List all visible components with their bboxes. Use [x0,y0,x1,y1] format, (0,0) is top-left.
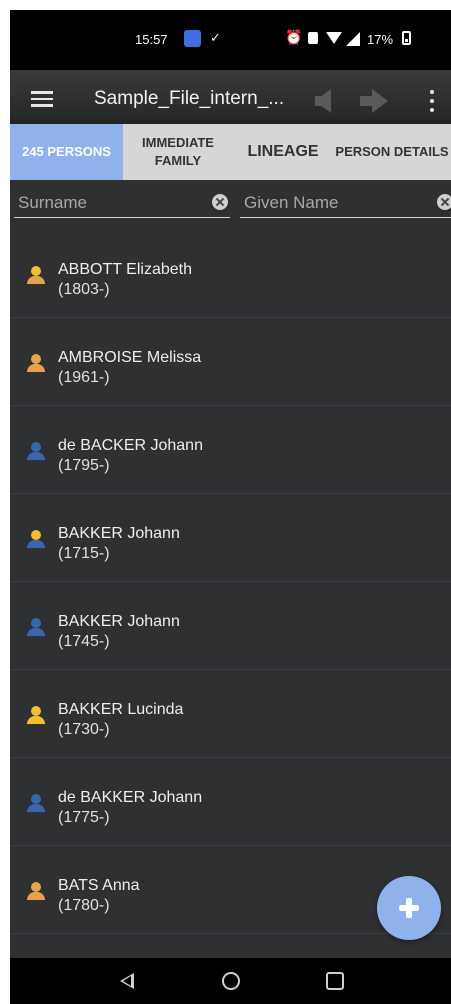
male-person-icon [27,794,45,814]
more-vertical-icon[interactable] [430,90,434,112]
given-name-input[interactable] [240,190,451,216]
phone-screen: 15:57 ✓ ⏰ 17% Sample_File_intern_... 245… [10,10,451,1004]
person-name: ABBOTT Elizabeth [58,261,192,278]
female-person-icon [27,706,45,726]
person-years: (1780-) [58,897,110,914]
vibrate-icon [308,32,318,44]
person-years: (1745-) [58,633,110,650]
male-person-icon [27,442,45,462]
tab-lineage[interactable]: LINEAGE [233,124,333,180]
person-row[interactable]: BAKKER Johann (1745-) [10,582,451,670]
surname-filter [14,190,230,218]
person-years: (1715-) [58,545,110,562]
arrow-left-icon[interactable] [315,89,331,113]
app-bar: Sample_File_intern_... [10,70,451,132]
surname-input[interactable] [14,190,230,216]
tab-immediate-family[interactable]: IMMEDIATE FAMILY [123,124,233,180]
person-name: BATS Anna [58,877,140,894]
clear-given-name-icon[interactable] [437,194,451,210]
person-row-partial[interactable] [10,934,451,958]
female-person-icon [27,354,45,374]
tab-bar: 245 PERSONS IMMEDIATE FAMILY LINEAGE PER… [10,124,451,180]
nav-recents-icon[interactable] [326,972,344,990]
nav-back-icon[interactable] [120,973,134,989]
person-name: de BAKKER Johann [58,789,203,806]
person-list: ABBOTT Elizabeth (1803-) AMBROISE Meliss… [10,230,451,958]
person-years: (1961-) [58,369,110,386]
person-row[interactable]: de BAKKER Johann (1775-) [10,758,451,846]
arrow-right-icon[interactable] [360,89,388,113]
person-row[interactable]: BAKKER Lucinda (1730-) [10,670,451,758]
person-years: (1730-) [58,721,110,738]
status-time: 15:57 [135,32,168,47]
download-check-icon: ✓ [210,30,221,45]
wifi-icon [326,32,342,44]
battery-icon [402,31,411,45]
male-person-icon [27,618,45,638]
person-name: de BACKER Johann [58,437,203,454]
person-name: BAKKER Lucinda [58,701,184,718]
person-years: (1803-) [58,281,110,298]
male-person-icon [27,530,45,550]
clear-surname-icon[interactable] [212,194,228,210]
female-person-icon [27,882,45,902]
alarm-icon: ⏰ [285,29,303,45]
person-years: (1795-) [58,457,110,474]
given-name-filter [240,190,451,218]
person-row[interactable]: ABBOTT Elizabeth (1803-) [10,230,451,318]
person-row[interactable]: de BACKER Johann (1795-) [10,406,451,494]
hamburger-menu-icon[interactable] [31,91,53,107]
tab-persons[interactable]: 245 PERSONS [10,124,123,180]
battery-percent: 17% [367,32,394,47]
female-person-icon [27,266,45,286]
person-row[interactable]: AMBROISE Melissa (1961-) [10,318,451,406]
person-name: BAKKER Johann [58,613,180,630]
person-row[interactable]: BAKKER Johann (1715-) [10,494,451,582]
add-person-button[interactable] [377,876,441,940]
app-notification-icon [184,30,201,47]
status-bar: 15:57 ✓ ⏰ 17% [10,10,451,70]
system-nav-bar [10,958,451,1004]
nav-home-icon[interactable] [222,972,240,990]
person-name: AMBROISE Melissa [58,349,202,366]
signal-icon [346,32,360,46]
tab-person-details[interactable]: PERSON DETAILS [333,124,451,180]
person-name: BAKKER Johann [58,525,180,542]
person-years: (1775-) [58,809,110,826]
app-title: Sample_File_intern_... [94,88,285,109]
